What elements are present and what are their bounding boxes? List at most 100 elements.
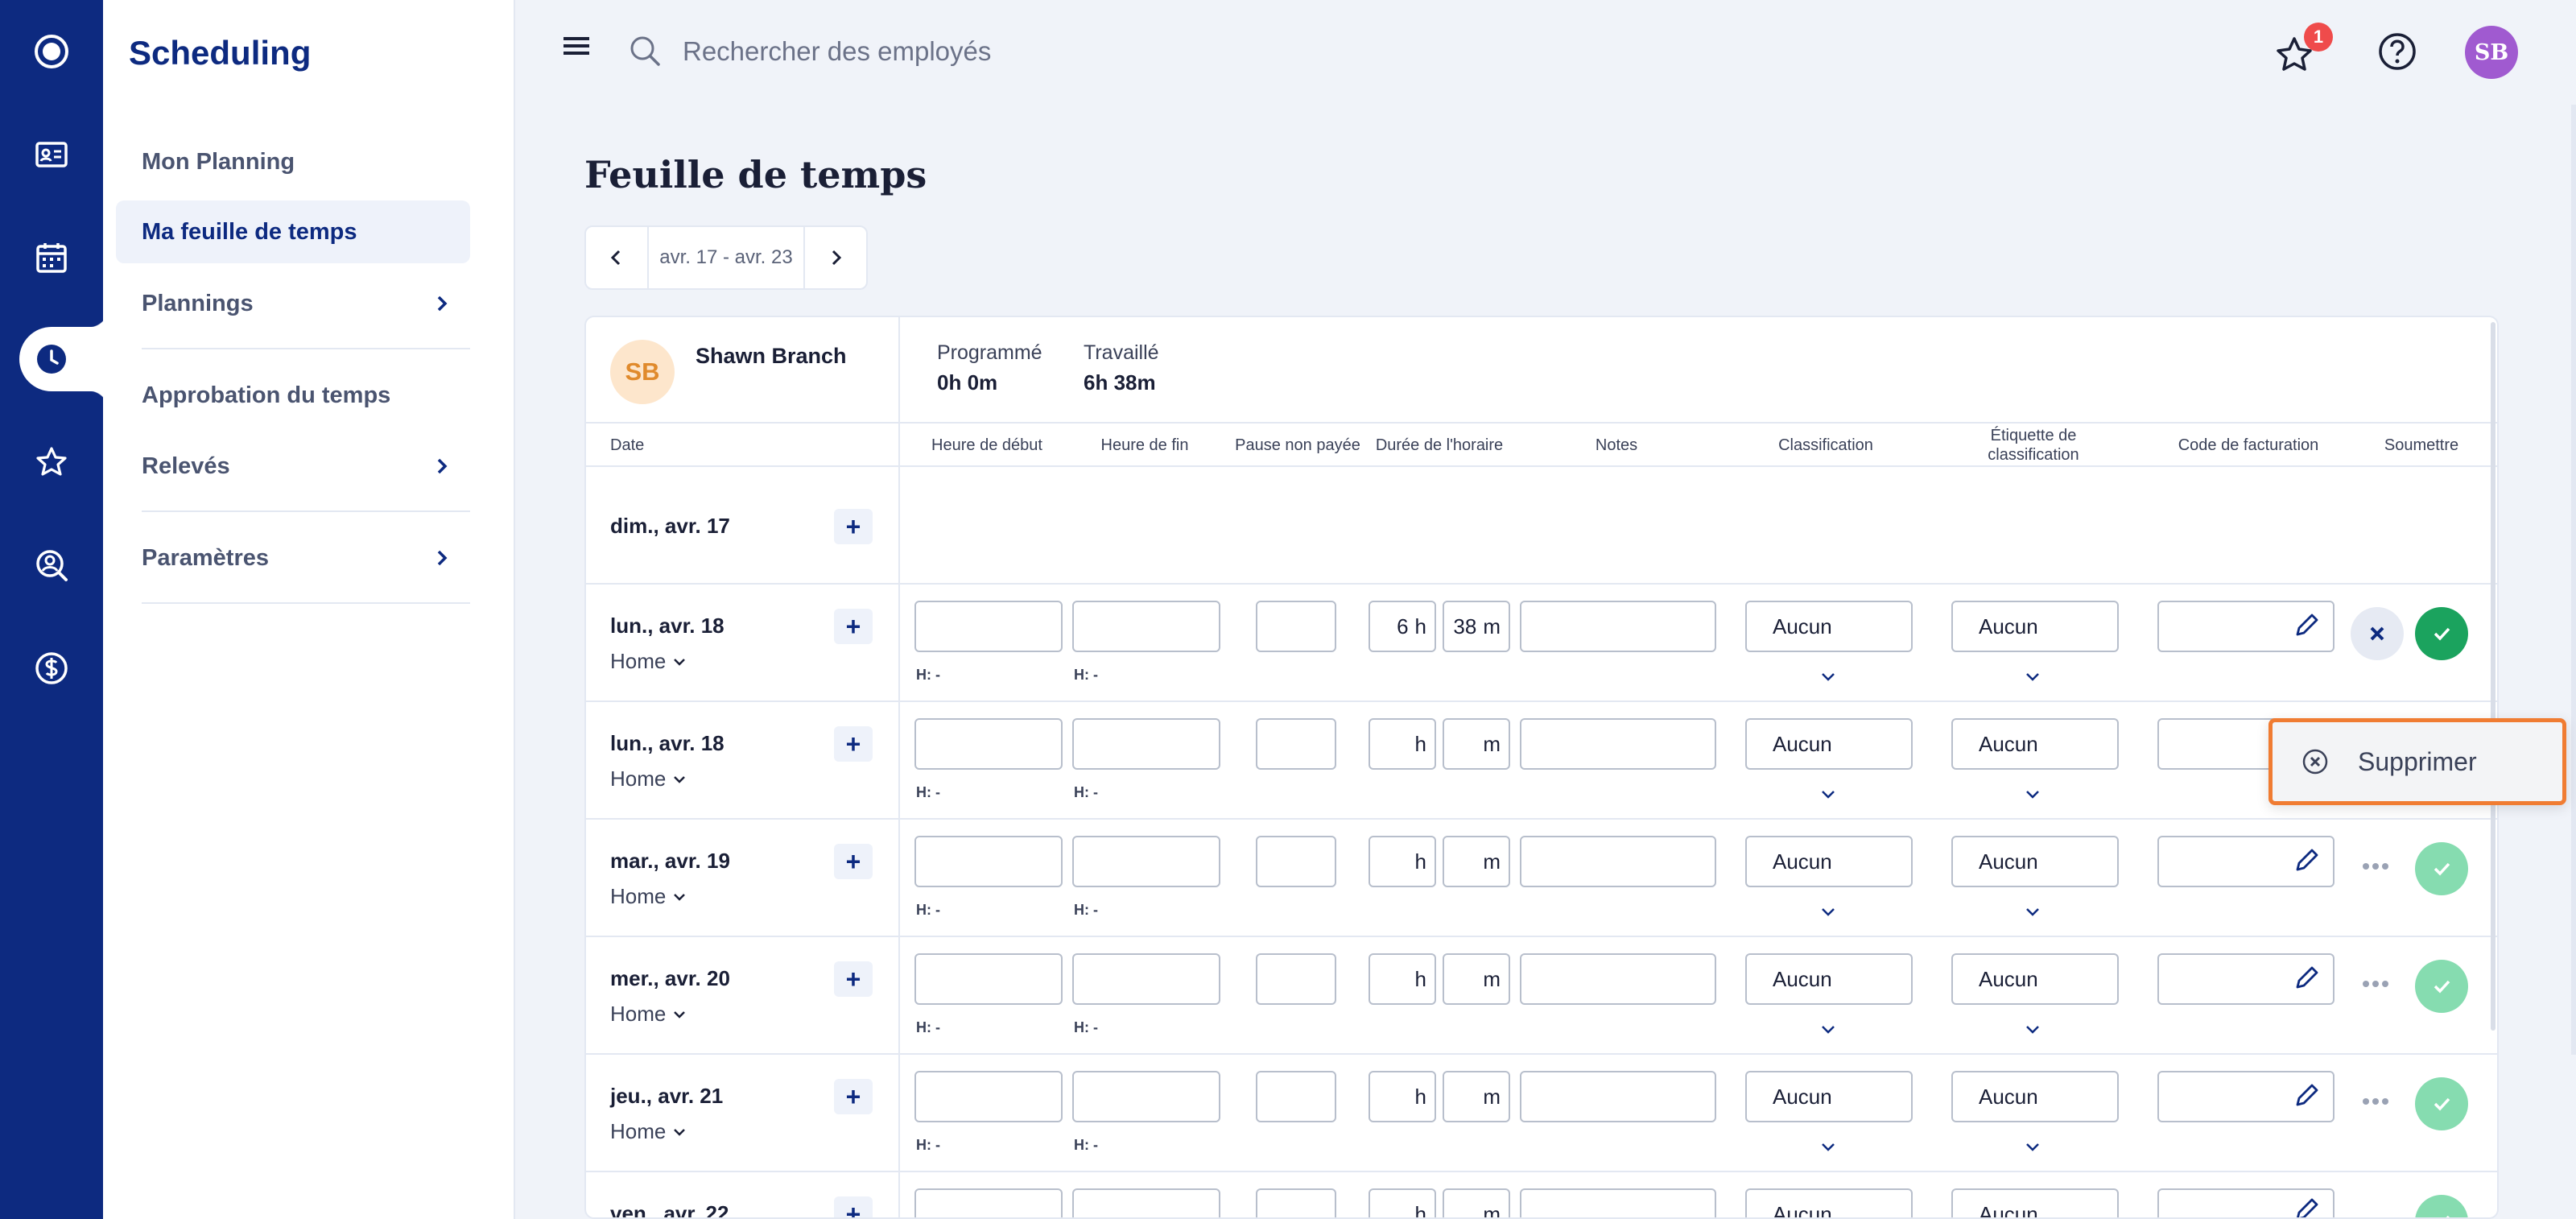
duration-hours-input[interactable]: h (1368, 1071, 1436, 1122)
duration-minutes-input[interactable]: 38 m (1443, 601, 1510, 652)
classification-select[interactable]: Aucun (1745, 1071, 1913, 1122)
duration-hours-input[interactable]: 6h (1368, 601, 1436, 652)
page-scrollbar[interactable] (2571, 105, 2576, 1055)
sidebar-item-plannings[interactable]: Plannings (116, 272, 470, 335)
notes-input[interactable] (1520, 1071, 1716, 1122)
more-options-icon[interactable] (2362, 1097, 2389, 1106)
delete-menu-item[interactable]: Supprimer (2358, 747, 2477, 777)
duration-minutes-input[interactable]: m (1443, 953, 1510, 1005)
submit-entry-button[interactable] (2415, 842, 2468, 895)
classification-select[interactable]: Aucun (1745, 718, 1913, 770)
end-time-input[interactable] (1072, 601, 1220, 652)
start-time-input[interactable] (914, 1188, 1063, 1217)
chevron-down-icon[interactable] (2022, 784, 2043, 805)
chevron-down-icon[interactable] (1818, 1137, 1839, 1158)
sidebar-item-parametres[interactable]: Paramètres (116, 527, 470, 589)
location-dropdown[interactable]: Home (610, 1119, 688, 1144)
classification-tag-select[interactable]: Aucun (1951, 1188, 2119, 1217)
add-entry-button[interactable]: + (834, 509, 873, 544)
next-week-button[interactable] (805, 227, 866, 288)
chevron-down-icon[interactable] (1818, 1019, 1839, 1040)
duration-hours-input[interactable]: h (1368, 1188, 1436, 1217)
clock-icon[interactable] (26, 333, 77, 385)
chevron-down-icon[interactable] (1818, 667, 1839, 688)
sidebar-item-ma-feuille-de-temps[interactable]: Ma feuille de temps (116, 200, 470, 263)
location-dropdown[interactable]: Home (610, 1002, 688, 1027)
unpaid-break-input[interactable] (1256, 1071, 1336, 1122)
unpaid-break-input[interactable] (1256, 836, 1336, 887)
start-time-input[interactable] (914, 1071, 1063, 1122)
notes-input[interactable] (1520, 718, 1716, 770)
card-scrollbar[interactable] (2491, 322, 2496, 1031)
notes-input[interactable] (1520, 601, 1716, 652)
chevron-down-icon[interactable] (1818, 784, 1839, 805)
chevron-down-icon[interactable] (1818, 902, 1839, 923)
sidebar-item-releves[interactable]: Relevés (116, 435, 470, 498)
chevron-down-icon[interactable] (2022, 667, 2043, 688)
pencil-icon[interactable] (2291, 610, 2322, 641)
previous-week-button[interactable] (586, 227, 647, 288)
location-dropdown[interactable]: Home (610, 767, 688, 791)
unpaid-break-input[interactable] (1256, 953, 1336, 1005)
add-entry-button[interactable]: + (834, 609, 873, 644)
chevron-down-icon[interactable] (2022, 1019, 2043, 1040)
sidebar-item-approbation-du-temps[interactable]: Approbation du temps (116, 364, 470, 427)
notes-input[interactable] (1520, 1188, 1716, 1217)
help-icon[interactable] (2375, 29, 2420, 74)
start-time-input[interactable] (914, 718, 1063, 770)
submit-entry-button[interactable] (2415, 607, 2468, 660)
start-time-input[interactable] (914, 953, 1063, 1005)
sidebar-item-mon-planning[interactable]: Mon Planning (116, 130, 470, 193)
classification-select[interactable]: Aucun (1745, 836, 1913, 887)
more-options-icon[interactable] (2362, 862, 2389, 871)
classification-select[interactable]: Aucun (1745, 1188, 1913, 1217)
end-time-input[interactable] (1072, 836, 1220, 887)
pencil-icon[interactable] (2291, 1195, 2322, 1219)
end-time-input[interactable] (1072, 1071, 1220, 1122)
location-dropdown[interactable]: Home (610, 884, 688, 909)
duration-minutes-input[interactable]: m (1443, 718, 1510, 770)
id-card-icon[interactable] (26, 129, 77, 180)
start-time-input[interactable] (914, 601, 1063, 652)
star-icon[interactable] (26, 436, 77, 488)
search-person-icon[interactable] (26, 539, 77, 591)
notes-input[interactable] (1520, 836, 1716, 887)
app-logo-icon[interactable] (26, 26, 77, 77)
duration-hours-input[interactable]: h (1368, 718, 1436, 770)
user-avatar[interactable]: SB (2465, 26, 2518, 79)
pencil-icon[interactable] (2291, 963, 2322, 994)
classification-tag-select[interactable]: Aucun (1951, 1071, 2119, 1122)
duration-hours-input[interactable]: h (1368, 953, 1436, 1005)
submit-entry-button[interactable] (2415, 1077, 2468, 1130)
submit-entry-button[interactable] (2415, 1195, 2468, 1217)
add-entry-button[interactable]: + (834, 961, 873, 997)
duration-hours-input[interactable]: h (1368, 836, 1436, 887)
add-entry-button[interactable]: + (834, 726, 873, 762)
duration-minutes-input[interactable]: m (1443, 1188, 1510, 1217)
duration-minutes-input[interactable]: m (1443, 1071, 1510, 1122)
pencil-icon[interactable] (2291, 845, 2322, 876)
notes-input[interactable] (1520, 953, 1716, 1005)
location-dropdown[interactable]: Home (610, 649, 688, 674)
pencil-icon[interactable] (2291, 1081, 2322, 1111)
add-entry-button[interactable]: + (834, 1196, 873, 1217)
unpaid-break-input[interactable] (1256, 718, 1336, 770)
cancel-entry-button[interactable] (2351, 607, 2404, 660)
unpaid-break-input[interactable] (1256, 1188, 1336, 1217)
search-input[interactable] (683, 29, 1407, 74)
classification-select[interactable]: Aucun (1745, 601, 1913, 652)
chevron-down-icon[interactable] (2022, 1137, 2043, 1158)
add-entry-button[interactable]: + (834, 1079, 873, 1114)
more-options-icon[interactable] (2362, 979, 2389, 989)
submit-entry-button[interactable] (2415, 960, 2468, 1013)
calendar-icon[interactable] (26, 232, 77, 283)
chevron-down-icon[interactable] (2022, 902, 2043, 923)
hamburger-menu-icon[interactable] (560, 32, 596, 61)
start-time-input[interactable] (914, 836, 1063, 887)
add-entry-button[interactable]: + (834, 844, 873, 879)
duration-minutes-input[interactable]: m (1443, 836, 1510, 887)
end-time-input[interactable] (1072, 718, 1220, 770)
classification-tag-select[interactable]: Aucun (1951, 601, 2119, 652)
classification-select[interactable]: Aucun (1745, 953, 1913, 1005)
end-time-input[interactable] (1072, 1188, 1220, 1217)
